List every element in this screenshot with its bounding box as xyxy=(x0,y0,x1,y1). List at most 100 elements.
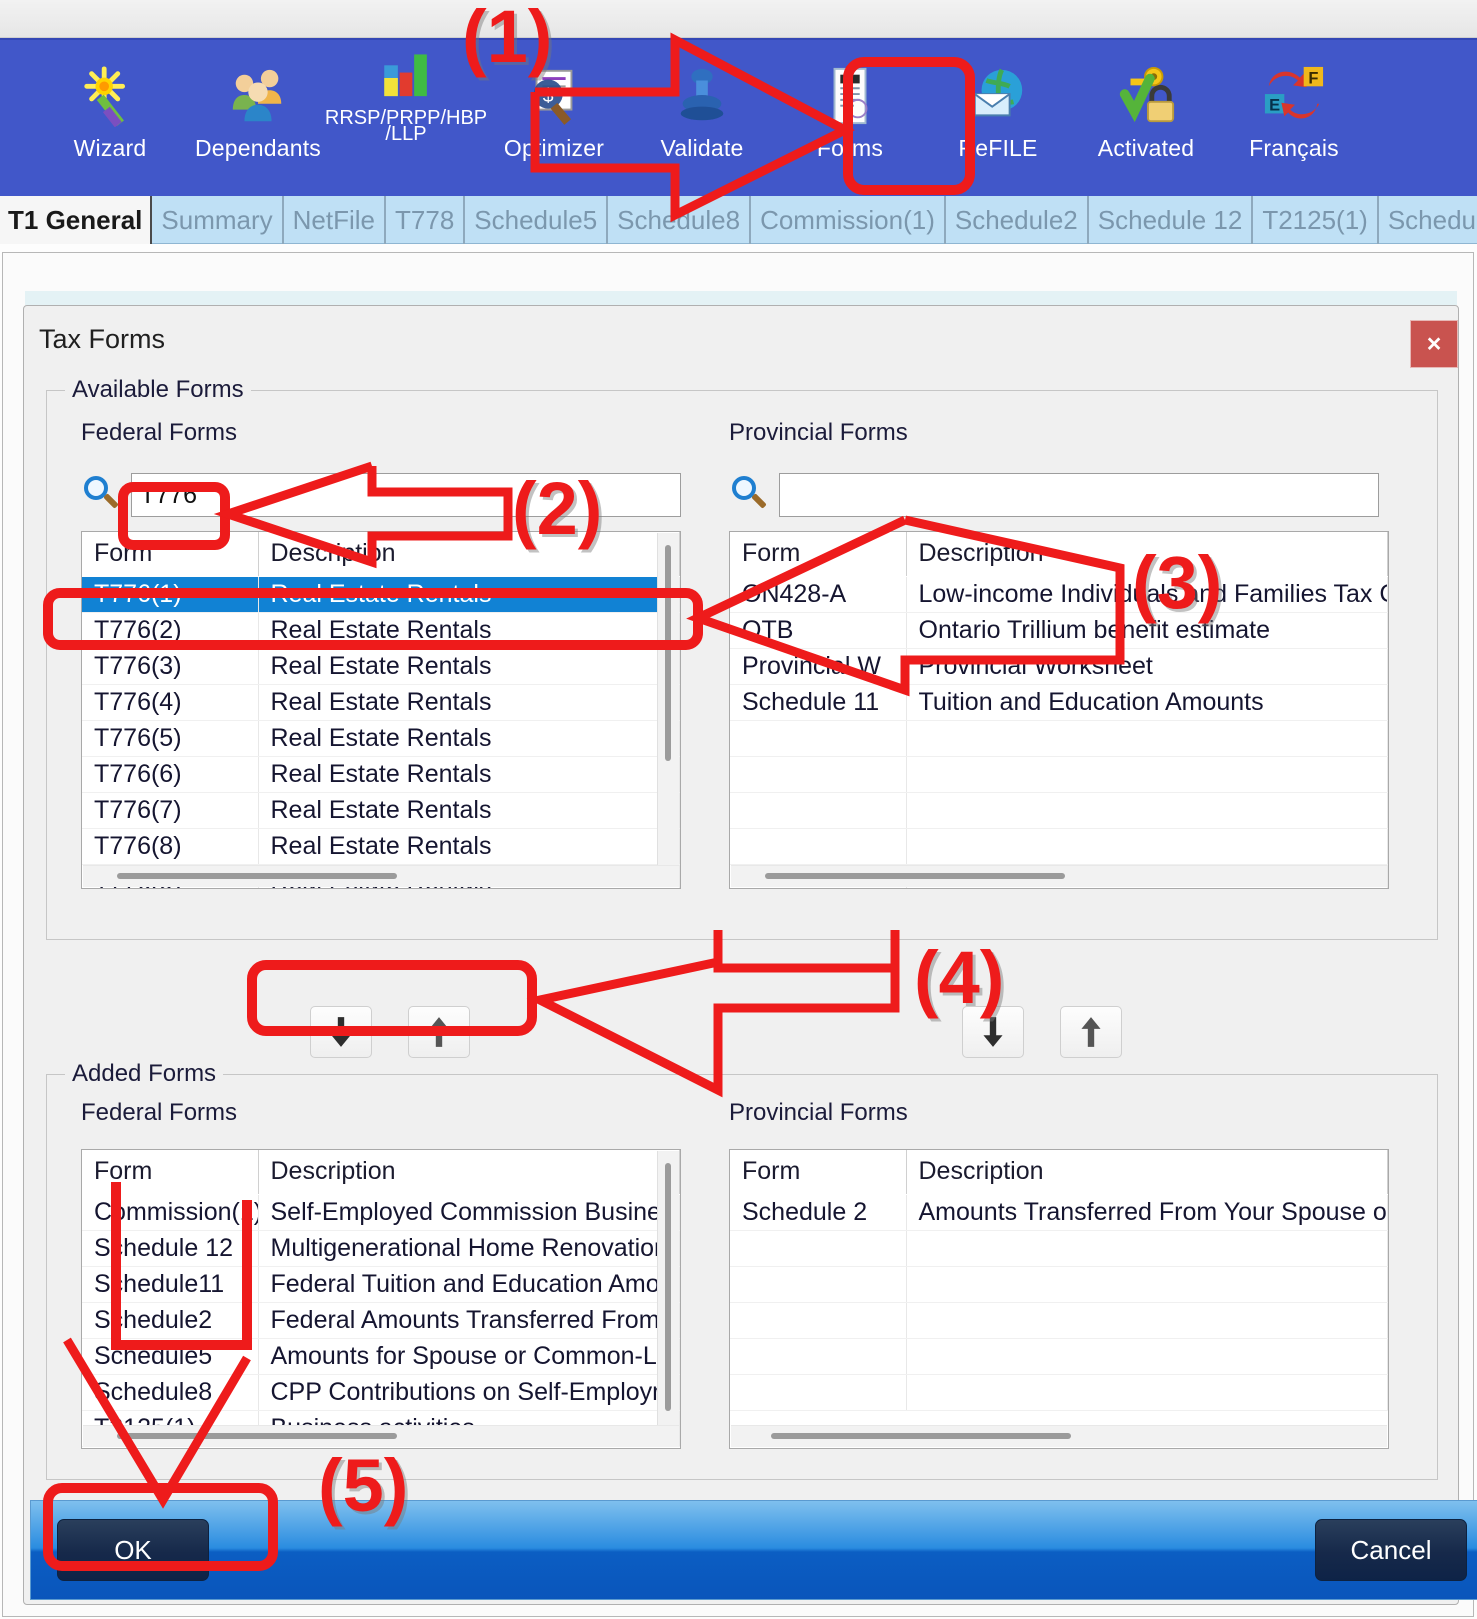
added-federal-rows: Commission(1)Self-Employed Commission Bu… xyxy=(82,1194,680,1446)
table-row[interactable]: Schedule2Federal Amounts Transferred Fro… xyxy=(82,1302,680,1338)
toolbar-button-francais[interactable]: F E Français xyxy=(1220,40,1368,198)
added-federal-table[interactable]: Form Description Commission(1)Self-Emplo… xyxy=(81,1149,681,1449)
toolbar-button-refile[interactable]: ReFILE xyxy=(924,40,1072,198)
toolbar-button-validate[interactable]: Validate xyxy=(628,40,776,198)
table-row[interactable]: Schedule5Amounts for Spouse or Common-La… xyxy=(82,1338,680,1374)
table-row[interactable]: T776(3)Real Estate Rentals xyxy=(82,648,680,684)
toolbar-label: Forms xyxy=(817,136,883,160)
available-provincial-table[interactable]: Form Description ON428-ALow-income Indiv… xyxy=(729,531,1389,889)
close-icon[interactable]: × xyxy=(1410,320,1458,368)
search-icon xyxy=(729,474,771,516)
language-swap-icon: F E xyxy=(1260,62,1328,130)
horizontal-scrollbar[interactable] xyxy=(731,865,1387,887)
toolbar-button-wizard[interactable]: Wizard xyxy=(36,40,184,198)
tab-schedule5[interactable]: Schedule5 xyxy=(465,196,608,244)
toolbar-button-dependants[interactable]: Dependants xyxy=(184,40,332,198)
available-provincial-label: Provincial Forms xyxy=(729,419,908,447)
tab-schedule2[interactable]: Schedule2 xyxy=(946,196,1089,244)
form-tabs: T1 General Summary NetFile T778 Schedule… xyxy=(0,196,1477,244)
cell-form: ON428-A xyxy=(730,576,906,612)
toolbar-label: Dependants xyxy=(195,136,321,160)
cell-empty xyxy=(906,1230,1388,1266)
annotation-step-3: (3) xyxy=(1132,540,1222,625)
table-row[interactable]: Schedule 11Tuition and Education Amounts xyxy=(730,684,1388,720)
table-row[interactable]: Schedule8CPP Contributions on Self-Emplo… xyxy=(82,1374,680,1410)
cell-form: T776(5) xyxy=(82,720,258,756)
cell-empty xyxy=(906,1338,1388,1374)
cell-form: T776(6) xyxy=(82,756,258,792)
table-row-empty xyxy=(730,1266,1388,1302)
column-header-description: Description xyxy=(258,532,680,576)
tab-summary[interactable]: Summary xyxy=(152,196,283,244)
available-forms-legend: Available Forms xyxy=(65,376,251,404)
cell-description: Real Estate Rentals xyxy=(258,792,680,828)
table-row[interactable]: Schedule 2Amounts Transferred From Your … xyxy=(730,1194,1388,1230)
arrow-up-icon xyxy=(1078,1015,1104,1049)
cancel-button[interactable]: Cancel xyxy=(1315,1519,1467,1581)
cell-description: Real Estate Rentals xyxy=(258,612,680,648)
table-row[interactable]: OTBOntario Trillium benefit estimate xyxy=(730,612,1388,648)
added-forms-group: Added Forms Federal Forms Provincial For… xyxy=(46,1074,1438,1480)
toolbar-button-forms[interactable]: Forms xyxy=(776,40,924,198)
tab-t778[interactable]: T778 xyxy=(386,196,465,244)
table-row[interactable]: T776(6)Real Estate Rentals xyxy=(82,756,680,792)
vertical-scrollbar[interactable] xyxy=(657,1151,679,1426)
cell-description: Amounts for Spouse or Common-Law Partner xyxy=(258,1338,680,1374)
tab-netfile[interactable]: NetFile xyxy=(284,196,386,244)
cell-empty xyxy=(730,1338,906,1374)
cell-empty xyxy=(730,1374,906,1410)
added-provincial-table[interactable]: Form Description Schedule 2Amounts Trans… xyxy=(729,1149,1389,1449)
horizontal-scrollbar[interactable] xyxy=(731,1425,1387,1447)
tab-t1-general[interactable]: T1 General xyxy=(0,196,152,244)
horizontal-scrollbar[interactable] xyxy=(83,865,679,887)
available-forms-group: Available Forms Federal Forms Provincial… xyxy=(46,390,1438,940)
cell-empty xyxy=(906,720,1388,756)
panel-accent-strip xyxy=(25,291,1457,305)
arrow-down-icon xyxy=(980,1015,1006,1049)
tab-commission-1[interactable]: Commission(1) xyxy=(751,196,946,244)
toolbar-button-activated[interactable]: Activated xyxy=(1072,40,1220,198)
table-row-empty xyxy=(730,756,1388,792)
search-icon xyxy=(81,474,123,516)
cell-empty xyxy=(906,756,1388,792)
bar-chart-icon xyxy=(372,44,440,112)
cell-description: Real Estate Rentals xyxy=(258,576,680,612)
cell-form: T776(7) xyxy=(82,792,258,828)
cell-form: Schedule8 xyxy=(82,1374,258,1410)
tab-t2125-1[interactable]: T2125(1) xyxy=(1253,196,1379,244)
cell-description: CPP Contributions on Self-Employment and xyxy=(258,1374,680,1410)
cell-description: Provincial Worksheet xyxy=(906,648,1388,684)
provincial-move-up-button[interactable] xyxy=(1060,1006,1122,1058)
tab-schedule8[interactable]: Schedule8 xyxy=(608,196,751,244)
table-row[interactable]: ON428-ALow-income Individuals and Famili… xyxy=(730,576,1388,612)
cell-empty xyxy=(906,792,1388,828)
table-row[interactable]: Schedule11Federal Tuition and Education … xyxy=(82,1266,680,1302)
federal-move-up-button[interactable] xyxy=(408,1006,470,1058)
cell-description: Real Estate Rentals xyxy=(258,648,680,684)
arrow-down-icon xyxy=(328,1015,354,1049)
forms-document-icon xyxy=(816,62,884,130)
vertical-scrollbar[interactable] xyxy=(657,533,679,866)
cell-description: Multigenerational Home Renovation Tax Cr… xyxy=(258,1230,680,1266)
table-row[interactable]: T776(4)Real Estate Rentals xyxy=(82,684,680,720)
table-row[interactable]: T776(7)Real Estate Rentals xyxy=(82,792,680,828)
federal-move-down-button[interactable] xyxy=(310,1006,372,1058)
available-federal-table[interactable]: Form Description T776(1)Real Estate Rent… xyxy=(81,531,681,889)
toolbar-button-rrsp[interactable]: RRSP/PRPP/HBP /LLP xyxy=(332,40,480,198)
tax-forms-dialog: Tax Forms × Available Forms Federal Form… xyxy=(23,305,1459,1605)
table-row[interactable]: T776(8)Real Estate Rentals xyxy=(82,828,680,864)
provincial-search-input[interactable] xyxy=(779,473,1379,517)
ok-button[interactable]: OK xyxy=(57,1519,209,1581)
table-row[interactable]: T776(1)Real Estate Rentals xyxy=(82,576,680,612)
table-row[interactable]: T776(2)Real Estate Rentals xyxy=(82,612,680,648)
table-row[interactable]: Commission(1)Self-Employed Commission Bu… xyxy=(82,1194,680,1230)
table-row[interactable]: Provincial WProvincial Worksheet xyxy=(730,648,1388,684)
table-row[interactable]: Schedule 12Multigenerational Home Renova… xyxy=(82,1230,680,1266)
cell-form: Schedule 11 xyxy=(730,684,906,720)
tab-schedule11[interactable]: Schedule11 xyxy=(1379,196,1477,244)
tab-schedule-12[interactable]: Schedule 12 xyxy=(1089,196,1254,244)
cell-description: Federal Tuition and Education Amounts xyxy=(258,1266,680,1302)
annotation-step-1: (1) xyxy=(462,0,552,79)
column-header-form: Form xyxy=(82,1150,258,1194)
table-row[interactable]: T776(5)Real Estate Rentals xyxy=(82,720,680,756)
